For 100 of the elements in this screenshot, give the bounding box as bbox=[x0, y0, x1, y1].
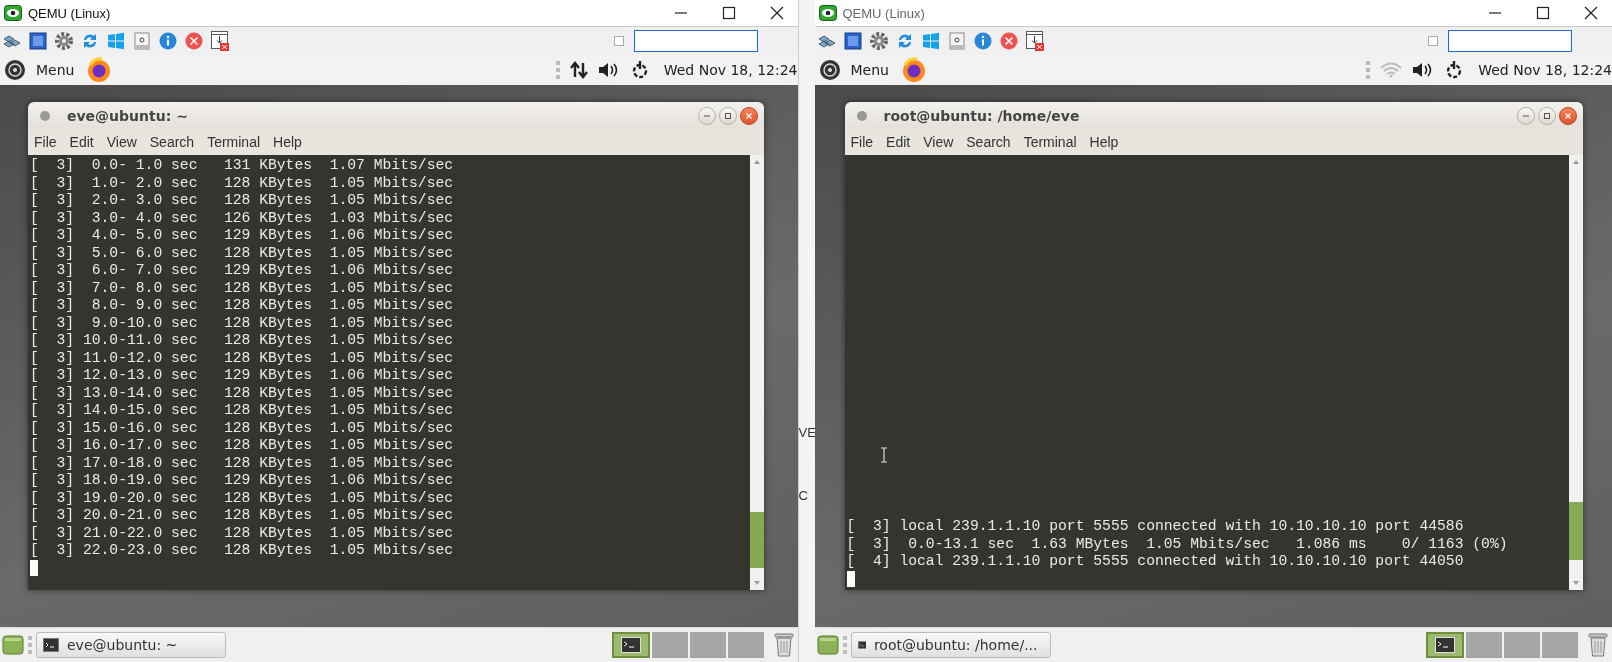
maximize-icon[interactable] bbox=[721, 6, 736, 20]
background-text: C bbox=[798, 488, 808, 503]
up-down-arrows-icon[interactable] bbox=[569, 61, 588, 79]
close-button[interactable] bbox=[1558, 106, 1577, 125]
terminal-line: [ 3] 22.0-23.0 sec 128 KBytes 1.05 Mbits/sec bbox=[30, 542, 455, 560]
window-dot-icon bbox=[856, 110, 867, 121]
terminal-line: [ 3] 11.0-12.0 sec 128 KBytes 1.05 Mbits/sec bbox=[30, 349, 455, 367]
input-field[interactable] bbox=[633, 30, 758, 52]
document-icon[interactable] bbox=[132, 31, 152, 51]
window-download-icon[interactable] bbox=[1024, 30, 1045, 52]
menu-logo-icon[interactable] bbox=[4, 59, 26, 81]
terminal-line: [ 3] 1.0- 2.0 sec 128 KBytes 1.05 Mbits/sec bbox=[30, 174, 455, 192]
maximize-button[interactable] bbox=[1537, 106, 1556, 125]
terminal-line: [ 3] 15.0-16.0 sec 128 KBytes 1.05 Mbits/sec bbox=[30, 419, 455, 437]
menu-item[interactable]: Help bbox=[1089, 134, 1119, 150]
checkbox[interactable] bbox=[613, 36, 624, 46]
menu-logo-icon[interactable] bbox=[818, 59, 841, 81]
globe-icon[interactable] bbox=[900, 57, 927, 83]
info-icon[interactable] bbox=[158, 31, 178, 51]
terminal-line: [ 4] local 239.1.1.10 port 5555 connected with 10.10.10.10 port 44050 bbox=[846, 553, 1465, 571]
grip-icon bbox=[842, 635, 847, 655]
terminal-line: [ 3] 0.0-13.1 sec 1.63 MBytes 1.05 Mbits/sec 1.086 ms 0/ 1163 (0%) bbox=[846, 535, 1509, 553]
settings-icon[interactable] bbox=[868, 31, 889, 51]
window-title: QEMU (Linux) bbox=[28, 5, 111, 21]
close-circle-icon[interactable] bbox=[184, 31, 204, 51]
menu-item[interactable]: Help bbox=[273, 134, 302, 150]
trash-icon[interactable] bbox=[1588, 632, 1608, 658]
scrollbar[interactable] bbox=[750, 155, 764, 590]
terminal-line: [ 3] 4.0- 5.0 sec 129 KBytes 1.06 Mbits/sec bbox=[30, 227, 455, 245]
windows-logo-icon[interactable] bbox=[106, 31, 126, 51]
grip-icon bbox=[1366, 60, 1371, 80]
show-desktop-icon[interactable] bbox=[816, 634, 839, 656]
terminal-line: [ 3] 6.0- 7.0 sec 129 KBytes 1.06 Mbits/sec bbox=[30, 262, 455, 280]
terminal-line: [ 3] 16.0-17.0 sec 128 KBytes 1.05 Mbits/sec bbox=[30, 437, 455, 455]
maximize-icon bbox=[1542, 111, 1551, 120]
terminal-line: [ 3] 14.0-15.0 sec 128 KBytes 1.05 Mbits/sec bbox=[30, 402, 455, 420]
terminal-line: [ 3] 2.0- 3.0 sec 128 KBytes 1.05 Mbits/sec bbox=[30, 192, 455, 210]
menu-label[interactable]: Menu bbox=[36, 62, 75, 78]
text-cursor bbox=[846, 571, 855, 588]
terminal-line: [ 3] 20.0-21.0 sec 128 KBytes 1.05 Mbits/sec bbox=[30, 507, 455, 525]
globe-icon[interactable] bbox=[86, 57, 113, 83]
menu-item[interactable]: Edit bbox=[886, 134, 911, 150]
settings-icon[interactable] bbox=[54, 31, 74, 51]
maximize-icon[interactable] bbox=[1536, 6, 1550, 20]
menu-item[interactable]: Terminal bbox=[1023, 134, 1077, 150]
taskbar-button[interactable]: eve@ubuntu: ~ bbox=[36, 632, 226, 658]
close-icon bbox=[745, 111, 753, 120]
show-desktop-icon[interactable] bbox=[2, 634, 24, 656]
i-beam-cursor-icon bbox=[879, 447, 888, 463]
volume-icon[interactable] bbox=[597, 61, 620, 79]
clock[interactable]: Wed Nov 18, 12:24 bbox=[663, 62, 798, 78]
trash-icon[interactable] bbox=[773, 632, 794, 658]
close-button[interactable] bbox=[740, 106, 758, 125]
menu-item[interactable]: Search bbox=[149, 134, 195, 150]
workspace-button[interactable] bbox=[611, 632, 650, 658]
close-icon[interactable] bbox=[1584, 6, 1598, 20]
menu-item[interactable]: Edit bbox=[69, 134, 94, 150]
scrollbar[interactable] bbox=[1568, 155, 1583, 590]
checkbox[interactable] bbox=[1428, 36, 1438, 46]
menu-item[interactable]: File bbox=[34, 134, 57, 150]
close-circle-icon[interactable] bbox=[998, 31, 1019, 51]
close-icon bbox=[1563, 111, 1572, 120]
terminal-line: [ 3] 12.0-13.0 sec 129 KBytes 1.06 Mbits/sec bbox=[30, 367, 455, 385]
grip-icon bbox=[555, 60, 560, 80]
maximize-icon bbox=[724, 111, 732, 120]
window-dot-icon bbox=[40, 110, 50, 121]
eye-icon bbox=[818, 5, 837, 21]
menu-label[interactable]: Menu bbox=[850, 62, 889, 78]
window-title: QEMU (Linux) bbox=[842, 5, 925, 21]
terminal-line: [ 3] 10.0-11.0 sec 128 KBytes 1.05 Mbits/sec bbox=[30, 332, 455, 350]
terminal-line: [ 3] 3.0- 4.0 sec 126 KBytes 1.03 Mbits/sec bbox=[30, 209, 455, 227]
windows-logo-icon[interactable] bbox=[920, 31, 941, 51]
terminal-line: [ 3] 5.0- 6.0 sec 128 KBytes 1.05 Mbits/sec bbox=[30, 244, 455, 262]
terminal-line: [ 3] 0.0- 1.0 sec 131 KBytes 1.07 Mbits/sec bbox=[30, 157, 455, 175]
terminal-line: [ 3] 13.0-14.0 sec 128 KBytes 1.05 Mbits/sec bbox=[30, 384, 455, 402]
terminal-icon bbox=[43, 638, 59, 652]
menu-item[interactable]: View bbox=[923, 134, 954, 150]
terminal-line: [ 3] 7.0- 8.0 sec 128 KBytes 1.05 Mbits/sec bbox=[30, 279, 455, 297]
menu-item[interactable]: Terminal bbox=[207, 134, 261, 150]
maximize-button[interactable] bbox=[719, 106, 737, 125]
close-icon[interactable] bbox=[769, 6, 784, 20]
document-icon[interactable] bbox=[946, 31, 967, 51]
input-field[interactable] bbox=[1448, 30, 1572, 52]
fullscreen-icon[interactable] bbox=[28, 31, 48, 51]
clock[interactable]: Wed Nov 18, 12:24 bbox=[1478, 62, 1612, 78]
terminal-icon bbox=[1435, 637, 1455, 653]
terminal-icon bbox=[857, 638, 866, 652]
menu-item[interactable]: File bbox=[850, 134, 874, 150]
menu-item[interactable]: View bbox=[106, 134, 137, 150]
menu-item[interactable]: Search bbox=[966, 134, 1011, 150]
fullscreen-icon[interactable] bbox=[842, 31, 863, 51]
workspace-button[interactable] bbox=[1426, 632, 1464, 658]
scrollbar-thumb[interactable] bbox=[1568, 502, 1583, 560]
info-icon[interactable] bbox=[972, 31, 993, 51]
window-download-icon[interactable] bbox=[210, 30, 230, 52]
scrollbar-thumb[interactable] bbox=[750, 512, 764, 568]
taskbar-button[interactable]: root@ubuntu: /home/... bbox=[850, 632, 1051, 658]
terminal-line: [ 3] local 239.1.1.10 port 5555 connected with 10.10.10.10 port 44586 bbox=[846, 518, 1465, 536]
terminal-line: [ 3] 21.0-22.0 sec 128 KBytes 1.05 Mbits/sec bbox=[30, 524, 455, 542]
terminal-title: root@ubuntu: /home/eve bbox=[883, 107, 1080, 124]
